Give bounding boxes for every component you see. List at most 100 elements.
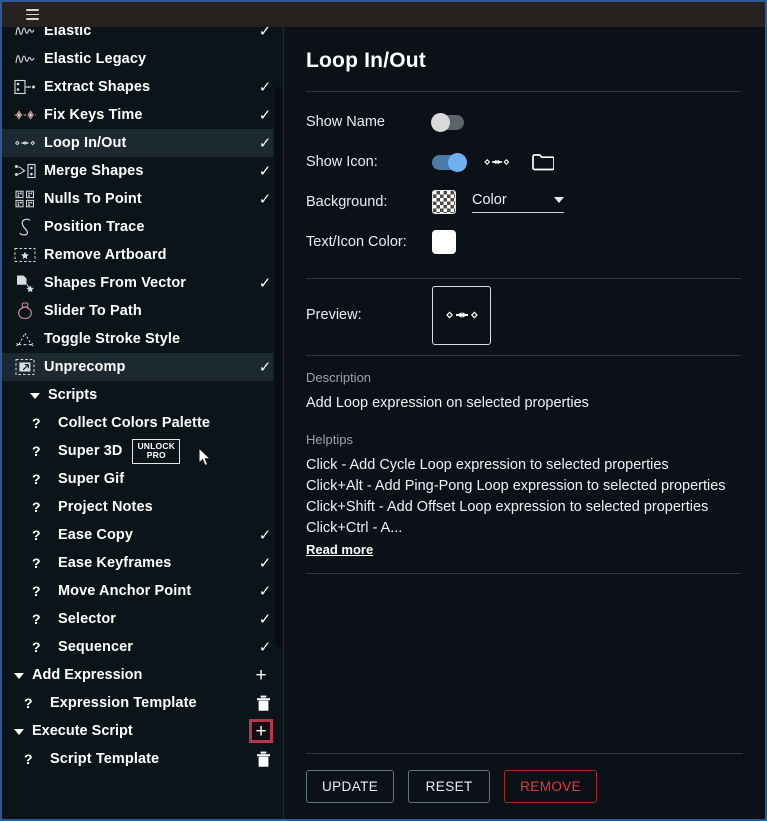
enabled-check-icon[interactable]: ✓ bbox=[257, 584, 273, 599]
enabled-check-icon[interactable]: ✓ bbox=[257, 640, 273, 655]
update-button[interactable]: UPDATE bbox=[306, 770, 395, 803]
sidebar-item-expression-template[interactable]: ? Expression Template bbox=[2, 689, 283, 717]
sidebar-scrollbar-thumb[interactable] bbox=[275, 87, 282, 647]
preview-label: Preview: bbox=[306, 307, 362, 323]
sidebar-item-label: Elastic Legacy bbox=[44, 51, 147, 67]
sidebar-script-sequencer[interactable]: ? Sequencer ✓ bbox=[2, 633, 283, 661]
nulls-to-point-icon bbox=[12, 189, 38, 209]
slider-to-path-icon bbox=[12, 301, 38, 321]
reset-button[interactable]: RESET bbox=[408, 770, 491, 803]
sidebar-script-label: Ease Keyframes bbox=[58, 555, 172, 571]
help-question-icon[interactable]: ? bbox=[20, 695, 46, 711]
help-question-icon[interactable]: ? bbox=[28, 443, 54, 459]
remove-artboard-icon bbox=[12, 245, 38, 265]
sidebar-group-execute-script[interactable]: Execute Script + bbox=[2, 717, 283, 745]
delete-icon[interactable] bbox=[253, 692, 273, 714]
sidebar-item-extract-shapes[interactable]: Extract Shapes ✓ bbox=[2, 73, 283, 101]
add-item-button[interactable]: + bbox=[249, 719, 273, 743]
sidebar-script-ease-keyframes[interactable]: ? Ease Keyframes ✓ bbox=[2, 549, 283, 577]
help-question-icon[interactable]: ? bbox=[28, 499, 54, 515]
text-icon-color-swatch[interactable] bbox=[432, 230, 456, 254]
enabled-check-icon[interactable]: ✓ bbox=[257, 164, 273, 179]
folder-icon[interactable] bbox=[532, 153, 554, 171]
enabled-check-icon[interactable]: ✓ bbox=[257, 27, 273, 39]
sidebar-group-label: Add Expression bbox=[32, 667, 143, 683]
sidebar-item-merge-shapes[interactable]: Merge Shapes ✓ bbox=[2, 157, 283, 185]
helptip-line: Click+Alt - Add Ping-Pong Loop expressio… bbox=[306, 478, 726, 494]
show-icon-toggle[interactable] bbox=[432, 152, 467, 172]
enabled-check-icon[interactable]: ✓ bbox=[257, 556, 273, 571]
description-title: Description bbox=[306, 370, 372, 385]
sidebar-script-super-3d[interactable]: ?Super 3DUNLOCKPRO✓ bbox=[2, 437, 283, 465]
show-icon-label: Show Icon: bbox=[306, 154, 378, 170]
chevron-down-icon[interactable] bbox=[6, 671, 32, 680]
sidebar-item-nulls-to-point[interactable]: Nulls To Point ✓ bbox=[2, 185, 283, 213]
sidebar-item-slider-to-path[interactable]: Slider To Path✓ bbox=[2, 297, 283, 325]
sidebar-script-selector[interactable]: ? Selector ✓ bbox=[2, 605, 283, 633]
enabled-check-icon[interactable]: ✓ bbox=[257, 108, 273, 123]
help-question-icon[interactable]: ? bbox=[28, 583, 54, 599]
field-background: Background: Color bbox=[306, 182, 741, 222]
enabled-check-icon[interactable]: ✓ bbox=[257, 612, 273, 627]
hamburger-icon[interactable] bbox=[19, 4, 45, 26]
delete-icon[interactable] bbox=[253, 748, 273, 770]
sidebar-script-move-anchor-point[interactable]: ? Move Anchor Point ✓ bbox=[2, 577, 283, 605]
sidebar-item-elastic[interactable]: Elastic ✓ bbox=[2, 27, 283, 45]
help-question-icon[interactable]: ? bbox=[28, 527, 54, 543]
sidebar-group-add-expression[interactable]: Add Expression + bbox=[2, 661, 283, 689]
background-mode-select[interactable]: Color bbox=[472, 192, 564, 213]
sidebar-script-project-notes[interactable]: ?Project Notes✓ bbox=[2, 493, 283, 521]
sidebar-item-fix-keys-time[interactable]: Fix Keys Time ✓ bbox=[2, 101, 283, 129]
sidebar-item-remove-artboard[interactable]: Remove Artboard✓ bbox=[2, 241, 283, 269]
main-split: Elastic✓Elastic Legacy✓Extract Shapes✓Fi… bbox=[2, 27, 765, 819]
action-bar: UPDATE RESET REMOVE bbox=[284, 753, 765, 819]
sidebar-item-loop-in-out[interactable]: Loop In/Out ✓ bbox=[2, 129, 283, 157]
help-question-icon[interactable]: ? bbox=[28, 471, 54, 487]
add-item-button[interactable]: + bbox=[249, 663, 273, 687]
sidebar-script-collect-colors-palette[interactable]: ?Collect Colors Palette✓ bbox=[2, 409, 283, 437]
enabled-check-icon[interactable]: ✓ bbox=[257, 192, 273, 207]
tools-list: Elastic✓Elastic Legacy✓Extract Shapes✓Fi… bbox=[2, 27, 283, 773]
enabled-check-icon[interactable]: ✓ bbox=[257, 528, 273, 543]
text-icon-color-label: Text/Icon Color: bbox=[306, 234, 407, 250]
enabled-check-icon[interactable]: ✓ bbox=[257, 136, 273, 151]
sidebar-item-label: Toggle Stroke Style bbox=[44, 331, 181, 347]
help-question-icon[interactable]: ? bbox=[28, 611, 54, 627]
sidebar-item-unprecomp[interactable]: Unprecomp ✓ bbox=[2, 353, 283, 381]
sidebar-item-script-template[interactable]: ? Script Template bbox=[2, 745, 283, 773]
sidebar-script-ease-copy[interactable]: ? Ease Copy ✓ bbox=[2, 521, 283, 549]
enabled-check-icon[interactable]: ✓ bbox=[257, 360, 273, 375]
sidebar-item-toggle-stroke-style[interactable]: Toggle Stroke Style✓ bbox=[2, 325, 283, 353]
sidebar-item-label: Position Trace bbox=[44, 219, 145, 235]
help-question-icon[interactable]: ? bbox=[28, 555, 54, 571]
sidebar-item-label: Unprecomp bbox=[44, 359, 126, 375]
read-more-link[interactable]: Read more bbox=[306, 542, 373, 557]
background-swatch[interactable] bbox=[432, 190, 456, 214]
help-question-icon[interactable]: ? bbox=[28, 639, 54, 655]
background-mode-value: Color bbox=[472, 191, 507, 208]
position-trace-icon bbox=[12, 217, 38, 237]
sidebar-scrollbar[interactable] bbox=[273, 27, 283, 819]
remove-button[interactable]: REMOVE bbox=[504, 770, 598, 803]
sidebar-item-label: Remove Artboard bbox=[44, 247, 167, 263]
divider-line bbox=[306, 91, 741, 92]
show-name-toggle[interactable] bbox=[431, 112, 464, 132]
description-section: Description Add Loop expression on selec… bbox=[306, 370, 741, 414]
tools-sidebar[interactable]: Elastic✓Elastic Legacy✓Extract Shapes✓Fi… bbox=[2, 27, 283, 819]
sidebar-group-scripts[interactable]: Scripts bbox=[2, 381, 283, 409]
chevron-down-icon[interactable] bbox=[22, 391, 48, 400]
enabled-check-icon[interactable]: ✓ bbox=[257, 276, 273, 291]
help-question-icon[interactable]: ? bbox=[28, 415, 54, 431]
help-question-icon[interactable]: ? bbox=[20, 751, 46, 767]
loop-in-out-icon bbox=[12, 133, 38, 153]
sidebar-script-super-gif[interactable]: ?Super Gif✓ bbox=[2, 465, 283, 493]
chevron-down-icon[interactable] bbox=[6, 727, 32, 736]
sidebar-item-shapes-from-vector[interactable]: Shapes From Vector ✓ bbox=[2, 269, 283, 297]
footer-divider bbox=[306, 753, 743, 754]
sidebar-item-position-trace[interactable]: Position Trace✓ bbox=[2, 213, 283, 241]
sidebar-item-elastic-legacy[interactable]: Elastic Legacy✓ bbox=[2, 45, 283, 73]
field-text-icon-color: Text/Icon Color: bbox=[306, 222, 741, 262]
enabled-check-icon[interactable]: ✓ bbox=[257, 80, 273, 95]
unlock-pro-badge[interactable]: UNLOCK PRO bbox=[132, 438, 181, 464]
sidebar-item-label: Expression Template bbox=[50, 695, 197, 711]
